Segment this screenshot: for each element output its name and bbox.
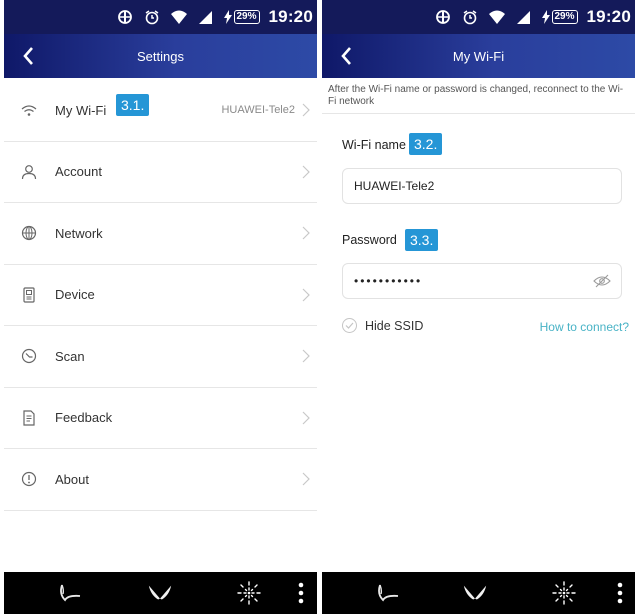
settings-item-scan[interactable]: Scan bbox=[4, 326, 317, 388]
hide-ssid-label: Hide SSID bbox=[365, 318, 424, 333]
chevron-right-icon bbox=[302, 226, 310, 240]
signal-icon bbox=[515, 8, 533, 26]
scan-icon bbox=[20, 347, 38, 365]
password-label: Password bbox=[342, 233, 397, 247]
bottom-navigation-bar bbox=[4, 572, 317, 614]
more-vertical-icon[interactable] bbox=[294, 580, 308, 606]
settings-item-label: My Wi-Fi bbox=[55, 102, 107, 118]
status-time: 19:20 bbox=[586, 7, 631, 26]
settings-item-device[interactable]: Device bbox=[4, 265, 317, 326]
screenshot-stage: 29% 19:20 Settings My Wi-Fi HUAWEI-Tele2… bbox=[0, 0, 635, 614]
wifi-icon bbox=[170, 8, 188, 26]
swan-logo-icon[interactable] bbox=[56, 580, 82, 606]
butterfly-logo-icon[interactable] bbox=[462, 580, 488, 606]
alarm-icon bbox=[461, 8, 479, 26]
status-bar: 29% 19:20 bbox=[4, 0, 317, 34]
chevron-right-icon bbox=[302, 472, 310, 486]
battery-indicator: 29% bbox=[223, 10, 260, 24]
password-input[interactable]: ••••••••••• bbox=[342, 263, 622, 299]
chevron-right-icon bbox=[302, 165, 310, 178]
password-value: ••••••••••• bbox=[354, 274, 423, 288]
settings-screen: 29% 19:20 Settings My Wi-Fi HUAWEI-Tele2… bbox=[4, 0, 317, 614]
status-time: 19:20 bbox=[268, 7, 313, 26]
settings-item-label: About bbox=[55, 471, 89, 487]
reconnect-hint: After the Wi-Fi name or password is chan… bbox=[328, 84, 624, 107]
info-icon bbox=[20, 470, 38, 488]
settings-list: My Wi-Fi HUAWEI-Tele2 3.1. Account Netwo… bbox=[4, 80, 317, 511]
firework-icon[interactable] bbox=[236, 580, 262, 606]
step-badge: 3.3. bbox=[405, 229, 439, 251]
chevron-right-icon bbox=[302, 411, 310, 424]
my-wifi-header: My Wi-Fi bbox=[322, 34, 635, 78]
data-sync-icon bbox=[116, 8, 134, 26]
data-sync-icon bbox=[434, 8, 452, 26]
divider bbox=[322, 113, 635, 114]
wifi-icon bbox=[20, 101, 38, 119]
firework-icon[interactable] bbox=[551, 580, 577, 606]
more-vertical-icon[interactable] bbox=[613, 580, 627, 606]
back-arrow-icon bbox=[23, 47, 33, 65]
settings-item-label: Feedback bbox=[55, 410, 113, 426]
back-button[interactable] bbox=[12, 40, 44, 72]
settings-item-network[interactable]: Network bbox=[4, 203, 317, 265]
globe-icon bbox=[20, 224, 38, 242]
settings-item-label: Network bbox=[55, 225, 103, 241]
settings-item-feedback[interactable]: Feedback bbox=[4, 388, 317, 449]
device-icon bbox=[20, 286, 38, 304]
wifi-name-label: Wi-Fi name bbox=[342, 138, 406, 152]
status-bar: 29% 19:20 bbox=[322, 0, 635, 34]
settings-item-my-wifi[interactable]: My Wi-Fi HUAWEI-Tele2 3.1. bbox=[4, 80, 317, 142]
settings-item-account[interactable]: Account bbox=[4, 142, 317, 203]
chevron-right-icon bbox=[302, 349, 310, 363]
page-title: Settings bbox=[137, 48, 184, 64]
my-wifi-screen: 29% 19:20 My Wi-Fi After the Wi-Fi name … bbox=[322, 0, 635, 614]
signal-icon bbox=[197, 8, 215, 26]
eye-hidden-icon[interactable] bbox=[593, 274, 611, 288]
wifi-icon bbox=[488, 8, 506, 26]
settings-item-about[interactable]: About bbox=[4, 449, 317, 511]
hide-ssid-checkbox[interactable]: Hide SSID bbox=[342, 318, 423, 333]
step-badge: 3.2. bbox=[409, 133, 443, 155]
feedback-icon bbox=[20, 409, 38, 427]
swan-logo-icon[interactable] bbox=[374, 580, 400, 606]
charging-icon bbox=[541, 10, 550, 24]
how-to-connect-link[interactable]: How to connect? bbox=[540, 320, 629, 334]
bottom-navigation-bar bbox=[322, 572, 635, 614]
current-wifi-value: HUAWEI-Tele2 bbox=[221, 104, 295, 117]
settings-header: Settings bbox=[4, 34, 317, 78]
step-badge: 3.1. bbox=[116, 94, 150, 116]
checkbox-circle-icon bbox=[342, 318, 357, 333]
settings-item-label: Device bbox=[55, 287, 95, 303]
page-title: My Wi-Fi bbox=[452, 48, 505, 64]
settings-item-label: Scan bbox=[55, 348, 85, 364]
battery-indicator: 29% bbox=[541, 10, 578, 24]
back-arrow-icon bbox=[341, 47, 351, 65]
battery-level: 29% bbox=[551, 10, 578, 24]
chevron-right-icon bbox=[302, 288, 310, 301]
user-icon bbox=[20, 163, 38, 181]
chevron-right-icon bbox=[302, 103, 310, 117]
back-button[interactable] bbox=[330, 40, 362, 72]
alarm-icon bbox=[143, 8, 161, 26]
battery-level: 29% bbox=[233, 10, 260, 24]
wifi-name-input[interactable]: HUAWEI-Tele2 bbox=[342, 168, 622, 204]
wifi-name-value: HUAWEI-Tele2 bbox=[354, 179, 435, 193]
charging-icon bbox=[223, 10, 232, 24]
settings-item-label: Account bbox=[55, 164, 102, 180]
butterfly-logo-icon[interactable] bbox=[147, 580, 173, 606]
